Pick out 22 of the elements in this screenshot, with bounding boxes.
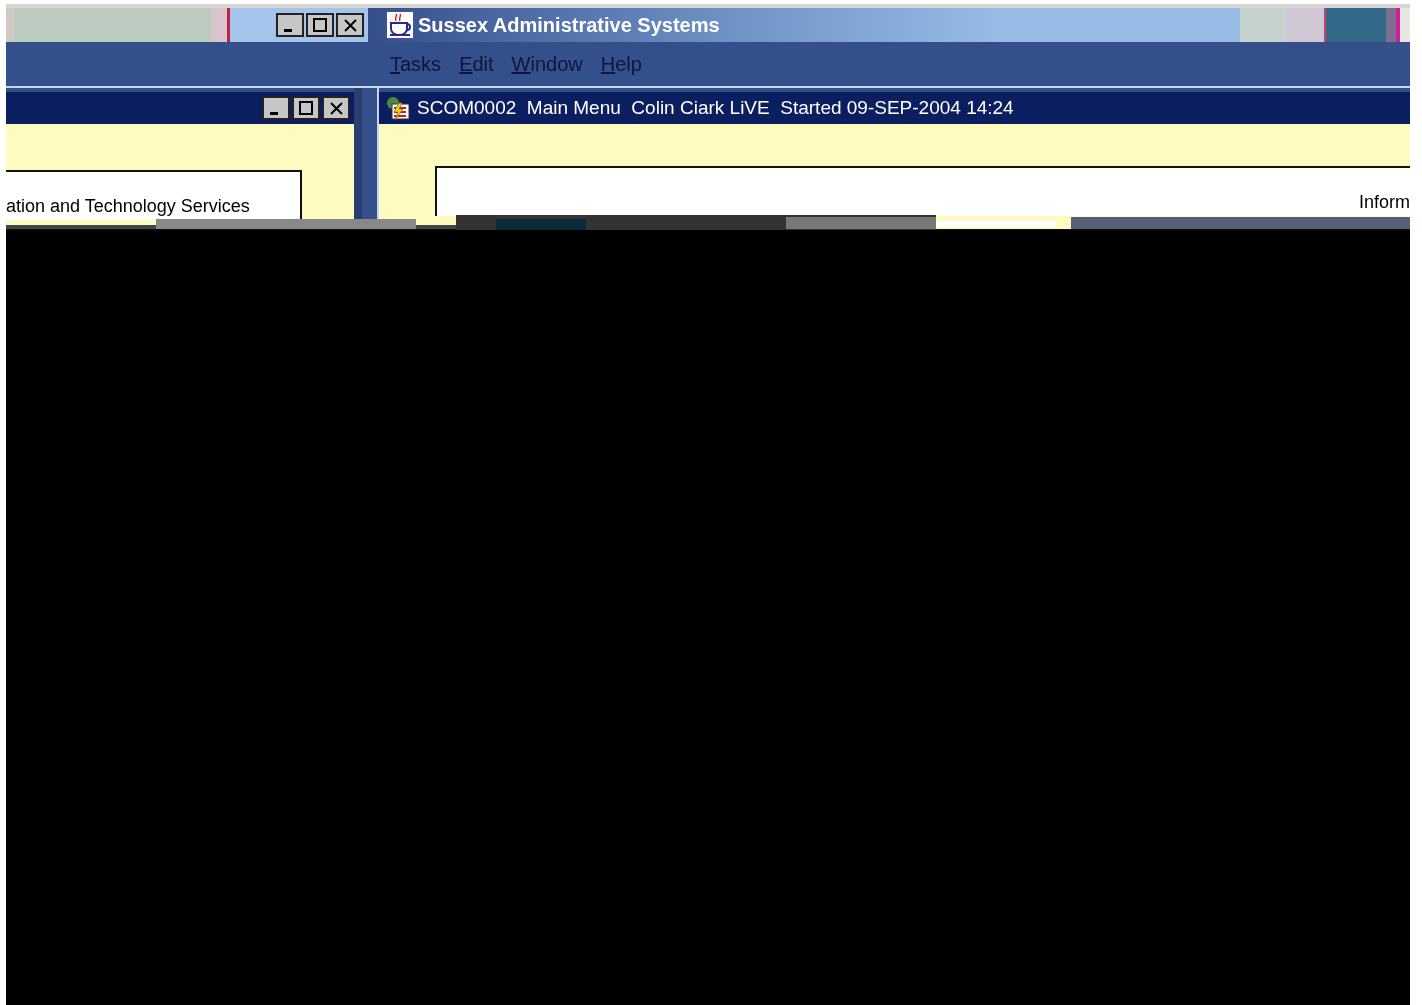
close-button[interactable]: [336, 13, 364, 37]
window-title: Sussex Administrative Systems: [418, 13, 720, 38]
minimize-icon: [270, 111, 278, 115]
close-icon: [329, 101, 343, 115]
minimize-button[interactable]: [276, 13, 304, 37]
app-icon: [386, 11, 414, 39]
close-button[interactable]: [322, 96, 350, 120]
minimize-button[interactable]: [262, 96, 290, 120]
menu-item[interactable]: Help: [600, 49, 642, 79]
close-icon: [343, 18, 357, 32]
maximize-icon: [313, 18, 327, 32]
window-title: SCOM0002 Main Menu Colin Ciark LiVE Started 09-SEP-2004 14:24: [417, 95, 1014, 120]
menu-item[interactable]: Window: [511, 49, 583, 79]
maximize-button[interactable]: [306, 13, 334, 37]
form-icon: [385, 95, 411, 121]
menu-item[interactable]: Tasks: [390, 49, 442, 79]
panel-text: ation and Technology Services: [6, 195, 250, 218]
menu-item[interactable]: Edit: [459, 49, 494, 79]
minimize-icon: [284, 28, 292, 32]
maximize-button[interactable]: [292, 96, 320, 120]
maximize-icon: [299, 101, 313, 115]
panel-text: Inform: [1359, 191, 1410, 214]
